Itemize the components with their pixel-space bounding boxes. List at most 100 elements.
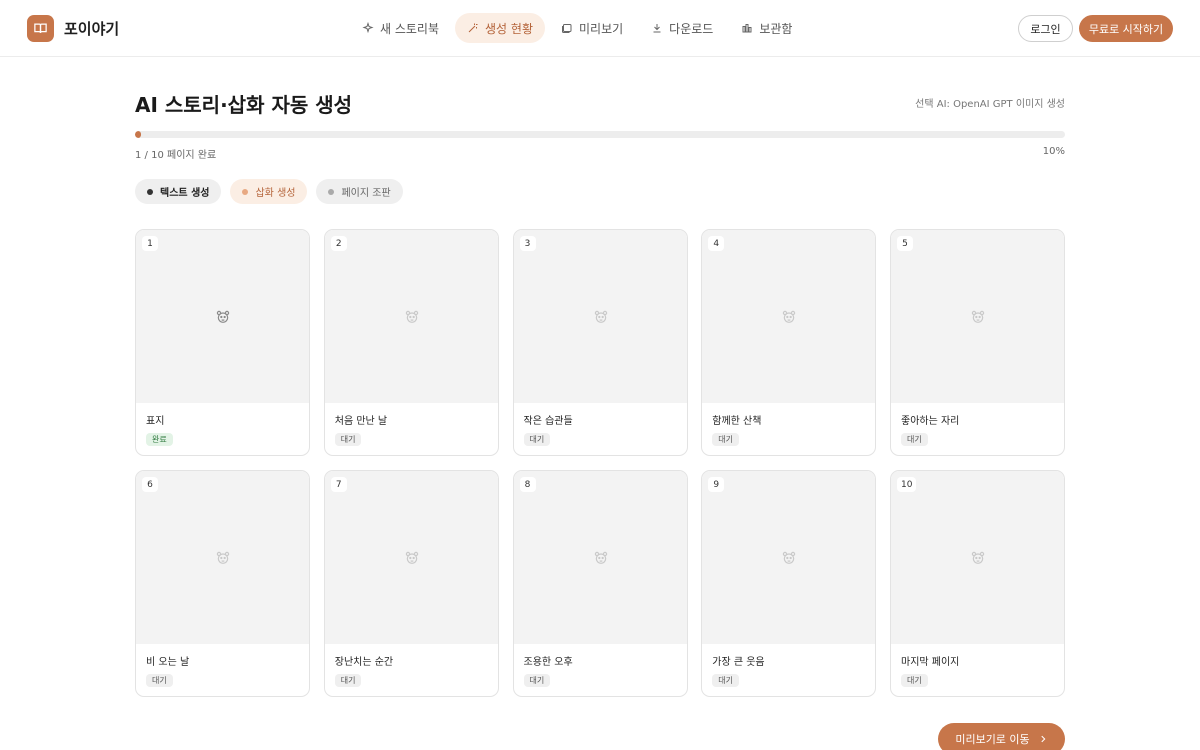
page-number: 5 [897,236,913,251]
page-title-text: 마지막 페이지 [901,657,960,668]
page-card-body: 표지완료 [136,403,309,454]
page-title-text: 함께한 산책 [712,416,762,427]
step-text-generation[interactable]: 텍스트 생성 [135,179,222,204]
page-number: 10 [897,477,917,492]
page-card-body: 좋아하는 자리대기 [891,403,1064,454]
page-title-text: 조용한 오후 [523,657,573,668]
nav-label: 생성 현황 [485,21,533,36]
progress-text: 1 / 10 페이지 완료 [135,150,217,161]
page-card-body: 작은 습관들대기 [514,403,687,454]
bear-face-icon [971,551,985,564]
step-label: 텍스트 생성 [160,188,210,199]
page-card[interactable]: 6 비 오는 날 대기 [135,470,310,697]
page-card-body: 함께한 산책대기 [702,403,875,454]
page-thumbnail: 2 [324,230,498,403]
page-number: 1 [142,236,158,251]
status-badge: 대기 [712,674,739,687]
page-number: 3 [519,236,536,251]
page-grid: 1 표지완료 2 처음 만난 날대기 3 작은 습관들대기 4 함께한 산책대기 5 좋아하는 자… [135,229,1065,697]
gallery-icon [562,24,572,33]
progress-bar [135,131,1065,138]
page-thumbnail: 1 [136,230,309,403]
progress-fill [135,131,141,138]
page-title-text: 가장 큰 웃음 [712,657,765,668]
page-card[interactable]: 10 마지막 페이지대기 [890,470,1065,697]
button-label: 미리보기로 이동 [955,733,1030,746]
page-card-body: 마지막 페이지대기 [891,644,1064,695]
page-card[interactable]: 3 작은 습관들대기 [512,229,688,456]
page-title-text: 작은 습관들 [523,416,573,427]
page-card[interactable]: 7 장난치는 순간 대기 [323,470,499,697]
status-badge: 대기 [901,674,928,687]
page-title: AI 스토리·삽화 자동 생성 [135,93,353,117]
page-card-body: 처음 만난 날대기 [325,403,498,454]
status-dot [147,188,153,195]
selected-ai-label: 선택 AI: OpenAI GPT 이미지 생성 [915,99,1065,110]
step-label: 페이지 조판 [341,188,391,199]
status-dot [328,188,335,195]
chevron-right-icon [1041,735,1046,743]
go-to-preview-button[interactable]: 미리보기로 이동 [938,723,1065,750]
step-label: 삽화 생성 [255,188,296,199]
progress-percent: 10% [1042,146,1065,157]
page-number: 8 [519,477,536,492]
page-number: 2 [330,236,347,251]
page-thumbnail: 5 [891,230,1064,403]
status-badge: 대기 [901,433,928,446]
page-card[interactable]: 5 좋아하는 자리대기 [890,229,1065,456]
page-card[interactable]: 1 표지완료 [135,229,310,456]
main-nav: 새 스토리북 생성 현황 미리보기 다운로드 보관함 [350,13,804,43]
book-icon [27,15,54,42]
status-badge: 대기 [523,674,551,687]
page-title-text: 처음 만난 날 [334,416,388,427]
page-thumbnail: 6 [136,471,309,644]
step-page-layout[interactable]: 페이지 조판 [316,179,403,204]
page-title-text: 표지 [146,416,165,427]
page-number: 4 [708,236,725,251]
bear-face-icon [405,551,418,564]
page-title-text: 좋아하는 자리 [901,416,960,427]
download-icon [653,24,661,33]
page-thumbnail: 7 [324,471,498,644]
bear-face-icon [594,310,607,323]
bear-face-icon [971,310,985,323]
status-badge: 완료 [146,433,173,446]
nav-preview[interactable]: 미리보기 [549,13,635,43]
page-thumbnail: 9 [702,471,876,644]
nav-new-storybook[interactable]: 새 스토리북 [350,13,451,43]
page-thumbnail: 4 [702,230,876,403]
page-number: 6 [142,477,158,492]
page-thumbnail: 3 [513,230,687,403]
bear-face-icon [216,310,230,323]
page-number: 9 [708,477,725,492]
page-card[interactable]: 9 가장 큰 웃음대기 [701,470,877,697]
bear-face-icon [594,551,607,564]
login-button[interactable]: 로그인 [1018,15,1073,42]
page-number: 7 [330,477,347,492]
brand-logo[interactable]: 포이야기 [27,15,119,42]
page-card-body: 가장 큰 웃음대기 [702,644,875,695]
start-free-button[interactable]: 무료로 시작하기 [1079,15,1173,42]
page-card[interactable]: 2 처음 만난 날대기 [323,229,499,456]
nav-label: 보관함 [759,21,793,36]
nav-label: 미리보기 [579,21,624,36]
bear-face-icon [216,551,230,564]
status-badge: 대기 [712,433,739,446]
nav-label: 새 스토리북 [380,21,440,36]
page-card-body: 장난치는 순간 대기 [325,644,498,695]
status-badge: 대기 [523,433,551,446]
sparkle-icon [362,22,374,34]
nav-generation-status[interactable]: 생성 현황 [455,13,545,43]
nav-library[interactable]: 보관함 [729,13,804,43]
brand-name: 포이야기 [64,20,120,38]
bear-face-icon [783,551,796,564]
page-card[interactable]: 4 함께한 산책대기 [701,229,877,456]
page-card[interactable]: 8 조용한 오후대기 [512,470,688,697]
library-icon [742,24,752,33]
step-illustration-generation[interactable]: 삽화 생성 [230,179,308,204]
nav-download[interactable]: 다운로드 [639,13,725,43]
generation-steps: 텍스트 생성 삽화 생성 페이지 조판 [135,179,403,204]
page-title-text: 장난치는 순간 [334,657,394,668]
top-header: 포이야기 새 스토리북 생성 현황 미리보기 다운로드 보관함 로그인 무료로 … [0,0,1200,57]
status-badge: 대기 [334,433,362,446]
